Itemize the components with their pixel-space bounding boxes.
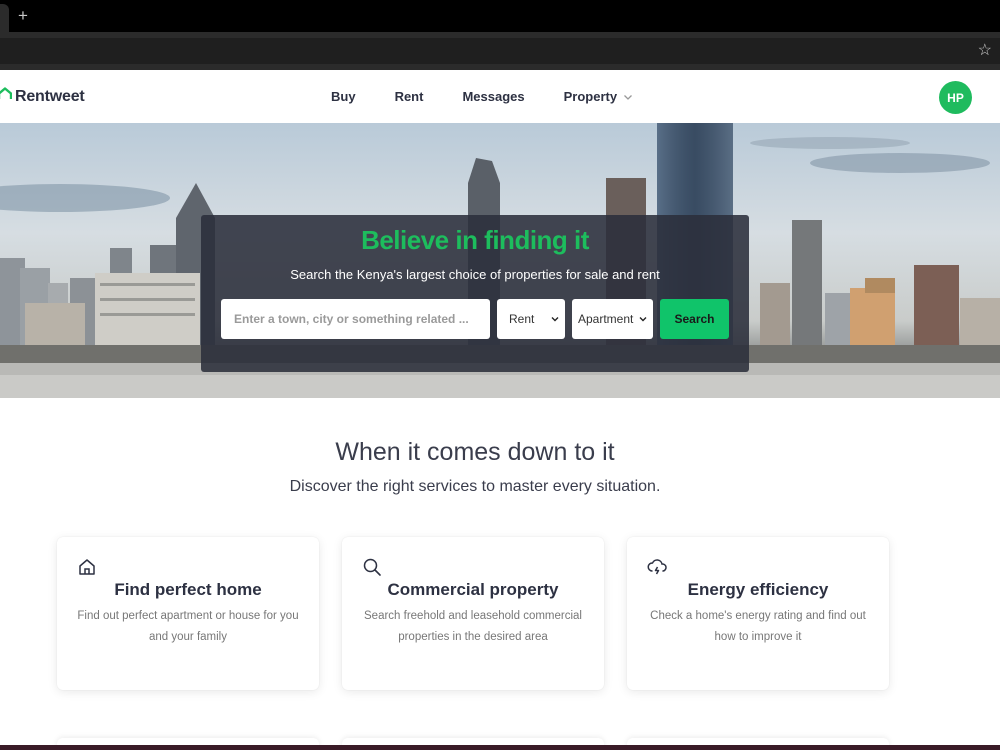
new-tab-button[interactable]: + xyxy=(18,6,28,26)
home-icon xyxy=(77,557,97,577)
card-description: Check a home's energy rating and find ou… xyxy=(650,610,866,643)
search-icon xyxy=(362,557,382,577)
hero-title: Believe in finding it xyxy=(361,225,589,255)
property-type-value: Apartment xyxy=(578,312,634,326)
listing-type-value: Rent xyxy=(509,312,535,326)
hero-search-panel: Believe in finding it Search the Kenya's… xyxy=(201,215,749,372)
navbar: Rentweet Buy Rent Messages Property HP xyxy=(0,70,1000,123)
card-title: Energy efficiency xyxy=(687,580,829,599)
nav-links: Buy Rent Messages Property xyxy=(331,89,633,104)
card-description: Find out perfect apartment or house for … xyxy=(77,610,299,643)
section-subtitle: Discover the right services to master ev… xyxy=(289,478,661,495)
house-logo-icon xyxy=(0,87,13,106)
hero-banner: Believe in finding it Search the Kenya's… xyxy=(0,123,1000,398)
bookmark-star-icon[interactable]: ☆ xyxy=(978,40,992,62)
chevron-down-icon xyxy=(639,315,647,323)
address-bar[interactable]: ☆ xyxy=(0,38,1000,64)
web-page: Rentweet Buy Rent Messages Property HP B… xyxy=(0,70,1000,750)
search-button[interactable]: Search xyxy=(660,299,729,339)
browser-tab-strip: + xyxy=(0,0,1000,32)
section-title: When it comes down to it xyxy=(335,438,615,466)
property-type-select[interactable]: Apartment xyxy=(572,299,653,339)
nav-link-property-label: Property xyxy=(563,89,618,104)
hero-subtitle: Search the Kenya's largest choice of pro… xyxy=(290,267,660,282)
listing-type-select[interactable]: Rent xyxy=(497,299,565,339)
browser-toolbar: ☆ xyxy=(0,32,1000,70)
nav-link-buy[interactable]: Buy xyxy=(331,89,356,104)
service-card-commercial[interactable]: Commercial property Search freehold and … xyxy=(342,537,604,690)
browser-tab[interactable] xyxy=(0,4,9,32)
nav-link-rent[interactable]: Rent xyxy=(395,89,424,104)
service-card-energy[interactable]: Energy efficiency Check a home's energy … xyxy=(627,537,889,690)
chevron-down-icon xyxy=(551,315,559,323)
chevron-down-icon xyxy=(623,92,633,102)
nav-dropdown-property[interactable]: Property xyxy=(564,89,633,104)
location-search-input[interactable] xyxy=(221,299,490,339)
user-avatar[interactable]: HP xyxy=(939,81,972,114)
cloud-lightning-icon xyxy=(647,557,667,577)
card-description: Search freehold and leasehold commercial… xyxy=(364,610,582,643)
nav-link-messages[interactable]: Messages xyxy=(462,89,524,104)
card-title: Find perfect home xyxy=(114,580,262,599)
card-title: Commercial property xyxy=(387,580,559,599)
taskbar-edge xyxy=(0,745,1000,750)
brand-name: Rentweet xyxy=(15,87,85,105)
brand-logo[interactable]: Rentweet xyxy=(0,87,85,106)
service-card-find-home[interactable]: Find perfect home Find out perfect apart… xyxy=(57,537,319,690)
